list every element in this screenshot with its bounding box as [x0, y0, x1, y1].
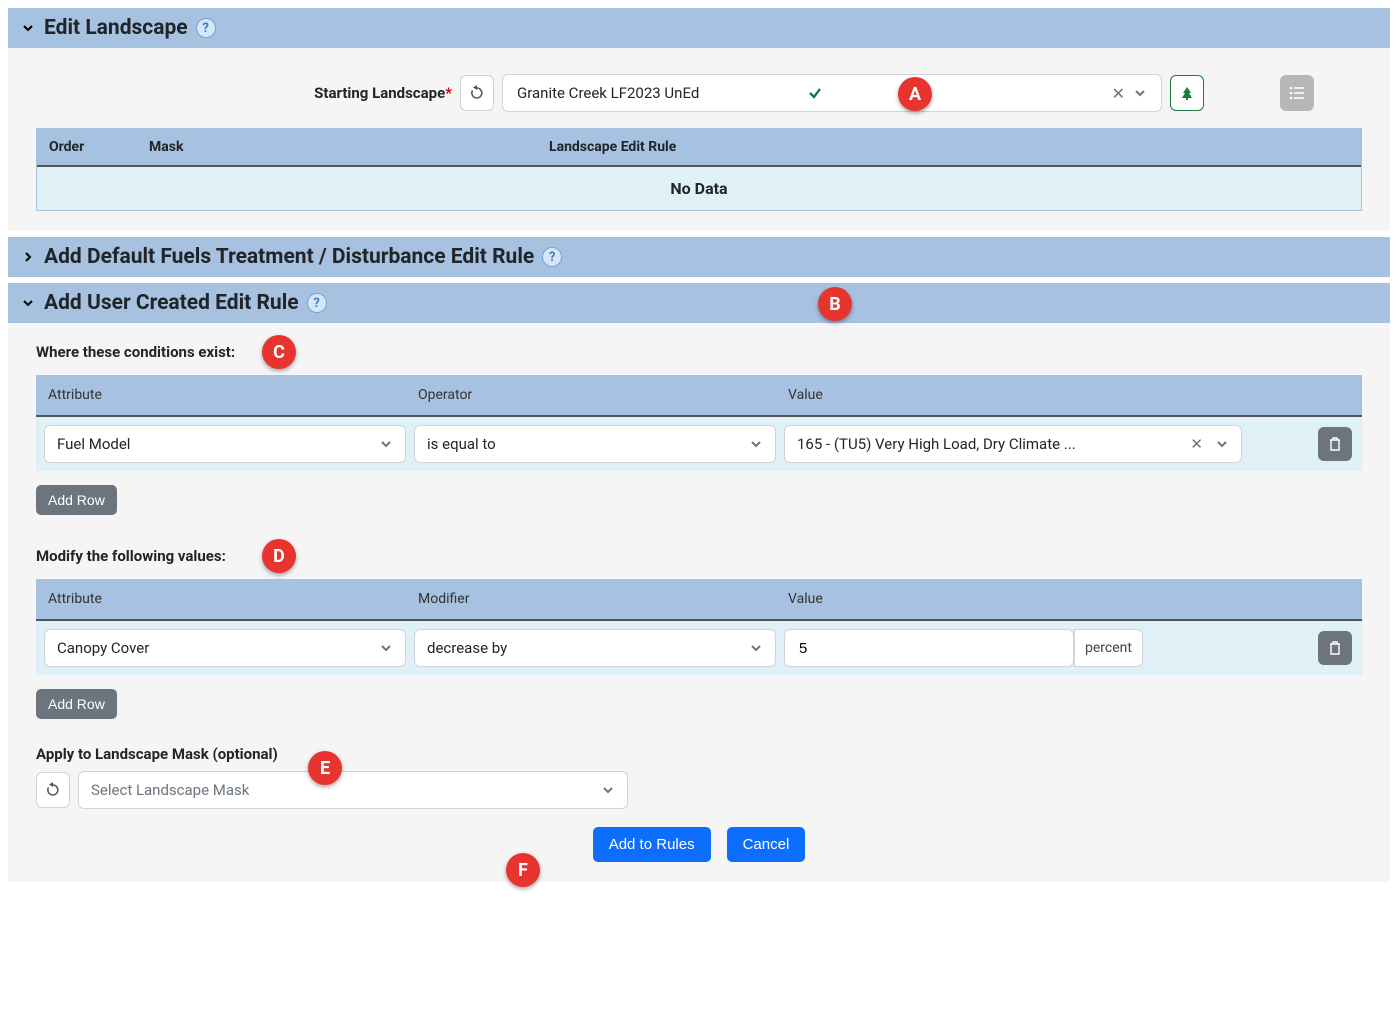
callout-f: F — [506, 853, 540, 887]
cancel-button[interactable]: Cancel — [727, 827, 806, 862]
condition-attribute-select[interactable]: Fuel Model — [44, 425, 406, 463]
chevron-down-icon — [22, 297, 34, 309]
col-value: Value — [776, 579, 1362, 619]
rules-table-empty: No Data — [37, 165, 1361, 210]
add-to-rules-button[interactable]: Add to Rules — [593, 827, 711, 862]
delete-modification-button[interactable] — [1318, 631, 1352, 665]
col-order: Order — [37, 129, 137, 165]
clear-icon[interactable]: ✕ — [1190, 435, 1203, 453]
col-operator: Operator — [406, 375, 776, 415]
refresh-button[interactable] — [460, 75, 494, 111]
check-icon — [808, 86, 822, 100]
col-rule: Landscape Edit Rule — [537, 129, 1261, 165]
col-modifier: Modifier — [406, 579, 776, 619]
modifications-label: Modify the following values: — [36, 547, 226, 565]
col-value: Value — [776, 375, 1362, 415]
modification-attribute-select[interactable]: Canopy Cover — [44, 629, 406, 667]
modification-unit: percent — [1074, 629, 1143, 667]
chevron-down-icon — [1215, 437, 1229, 451]
col-attribute: Attribute — [36, 579, 406, 619]
callout-c: C — [262, 335, 296, 369]
rules-table: Order Mask Landscape Edit Rule No Data — [36, 128, 1362, 211]
refresh-mask-button[interactable] — [36, 772, 70, 808]
col-mask: Mask — [137, 129, 537, 165]
chevron-down-icon — [379, 437, 393, 451]
add-condition-row-button[interactable]: Add Row — [36, 485, 117, 515]
chevron-down-icon — [749, 641, 763, 655]
add-modification-row-button[interactable]: Add Row — [36, 689, 117, 719]
callout-b: B — [818, 287, 852, 321]
chevron-down-icon — [749, 437, 763, 451]
panel-header-default-rule[interactable]: Add Default Fuels Treatment / Disturbanc… — [8, 237, 1390, 277]
trash-icon — [1328, 641, 1342, 655]
conditions-header: Attribute Operator Value — [36, 375, 1362, 417]
condition-operator-select[interactable]: is equal to — [414, 425, 776, 463]
panel-body-edit-landscape: Starting Landscape* Granite Creek LF2023… — [8, 48, 1390, 231]
modification-row: Canopy Cover decrease by percent — [36, 621, 1362, 675]
modifications-header: Attribute Modifier Value — [36, 579, 1362, 621]
help-icon[interactable]: ? — [307, 293, 327, 313]
mask-placeholder: Select Landscape Mask — [91, 781, 601, 799]
help-icon[interactable]: ? — [196, 18, 216, 38]
chevron-down-icon[interactable] — [1129, 86, 1151, 100]
modification-modifier-select[interactable]: decrease by — [414, 629, 776, 667]
trash-icon — [1328, 437, 1342, 451]
chevron-down-icon — [601, 783, 615, 797]
panel-user-rule: Add User Created Edit Rule ? B Where the… — [8, 283, 1390, 882]
col-actions — [1261, 129, 1361, 165]
panel-header-user-rule[interactable]: Add User Created Edit Rule ? B — [8, 283, 1390, 323]
tree-icon — [1179, 85, 1195, 101]
mask-label: Apply to Landscape Mask (optional) — [36, 745, 278, 763]
tree-button[interactable] — [1170, 75, 1204, 111]
landscape-mask-select[interactable]: Select Landscape Mask — [78, 771, 628, 809]
callout-d: D — [262, 539, 296, 573]
modification-value-field[interactable] — [797, 639, 1061, 658]
panel-title: Add Default Fuels Treatment / Disturbanc… — [44, 245, 534, 269]
chevron-right-icon — [22, 251, 34, 263]
starting-landscape-value: Granite Creek LF2023 UnEd — [517, 84, 802, 102]
list-button[interactable] — [1280, 75, 1314, 111]
panel-default-rule: Add Default Fuels Treatment / Disturbanc… — [8, 237, 1390, 277]
chevron-down-icon — [379, 641, 393, 655]
col-attribute: Attribute — [36, 375, 406, 415]
panel-title: Edit Landscape — [44, 16, 188, 40]
chevron-down-icon — [22, 22, 34, 34]
modification-value-input[interactable] — [784, 629, 1074, 667]
rules-table-header: Order Mask Landscape Edit Rule — [37, 129, 1361, 165]
list-icon — [1289, 86, 1305, 100]
help-icon[interactable]: ? — [542, 247, 562, 267]
clear-icon[interactable]: ✕ — [1108, 84, 1129, 103]
refresh-icon — [45, 782, 61, 798]
panel-header-edit-landscape[interactable]: Edit Landscape ? — [8, 8, 1390, 48]
refresh-icon — [469, 85, 485, 101]
panel-edit-landscape: Edit Landscape ? Starting Landscape* Gra… — [8, 8, 1390, 231]
panel-title: Add User Created Edit Rule — [44, 291, 299, 315]
starting-landscape-select[interactable]: Granite Creek LF2023 UnEd A ✕ — [502, 74, 1162, 112]
conditions-label: Where these conditions exist: — [36, 343, 235, 361]
condition-row: Fuel Model is equal to 165 - (TU5) Very … — [36, 417, 1362, 471]
starting-landscape-label: Starting Landscape* — [314, 84, 452, 102]
panel-body-user-rule: Where these conditions exist: C Attribut… — [8, 323, 1390, 882]
callout-a: A — [898, 77, 932, 111]
delete-condition-button[interactable] — [1318, 427, 1352, 461]
condition-value-select[interactable]: 165 - (TU5) Very High Load, Dry Climate … — [784, 425, 1242, 463]
